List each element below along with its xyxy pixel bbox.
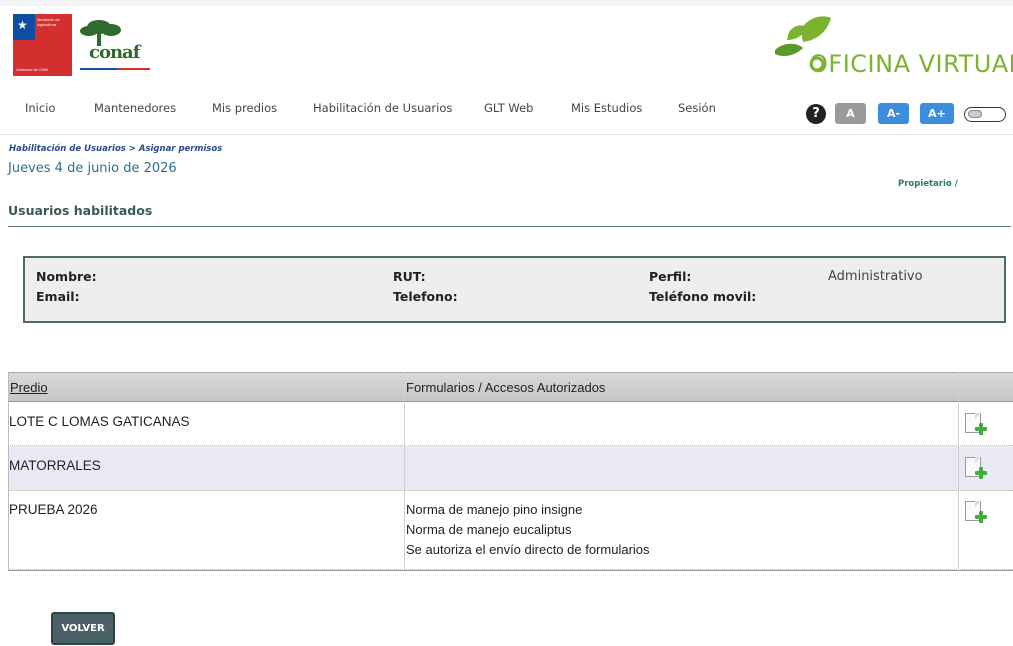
font-smaller-button[interactable]: A-	[878, 103, 909, 124]
font-larger-button[interactable]: A+	[920, 103, 954, 124]
font-normal-button[interactable]: A	[835, 103, 866, 124]
predio-cell: LOTE C LOMAS GATICANAS	[9, 414, 190, 429]
nav-inicio[interactable]: Inicio	[25, 101, 55, 115]
conaf-logo[interactable]: conaf	[77, 18, 152, 74]
table-row: PRUEBA 2026 Norma de manejo pino insigne…	[8, 491, 1013, 570]
acceso-item: Se autoriza el envío directo de formular…	[406, 542, 650, 557]
help-icon[interactable]: ?	[806, 104, 826, 124]
user-info-panel: Nombre: Email: RUT: Telefono: Perfil: Te…	[23, 256, 1006, 323]
predio-cell: MATORRALES	[9, 458, 101, 473]
add-permission-icon[interactable]	[965, 501, 987, 523]
nav-mantenedores[interactable]: Mantenedores	[94, 101, 176, 115]
breadcrumb[interactable]: Habilitación de Usuarios > Asignar permi…	[9, 144, 222, 154]
star-icon: ★	[17, 18, 28, 32]
column-divider	[404, 372, 405, 570]
email-label: Email:	[36, 289, 80, 304]
nombre-label: Nombre:	[36, 269, 97, 284]
column-divider	[958, 372, 959, 570]
col-accesos: Formularios / Accesos Autorizados	[406, 380, 606, 395]
nav-habilitacion-usuarios[interactable]: Habilitación de Usuarios	[313, 101, 452, 115]
table-row: LOTE C LOMAS GATICANAS	[8, 402, 1013, 446]
predio-cell: PRUEBA 2026	[9, 502, 98, 517]
table-row: MATORRALES	[8, 446, 1013, 491]
nav-glt-web[interactable]: GLT Web	[484, 101, 534, 115]
nav-sesion[interactable]: Sesión	[678, 101, 716, 115]
volver-button[interactable]: VOLVER	[51, 612, 115, 645]
perfil-label: Perfil:	[649, 269, 692, 284]
telefono-label: Telefono:	[393, 289, 458, 304]
col-predio[interactable]: Predio	[10, 380, 48, 395]
user-role: Propietario /	[898, 179, 958, 189]
sun-icon	[968, 110, 982, 118]
contrast-toggle[interactable]	[964, 107, 1006, 122]
table-border-left	[8, 372, 9, 570]
telefono-movil-label: Teléfono movil:	[649, 289, 757, 304]
header: ★ Ministerio de Agricultura Gobierno de C…	[0, 6, 1013, 91]
rut-label: RUT:	[393, 269, 426, 284]
gobierno-logo: ★ Ministerio de Agricultura Gobierno de C…	[13, 14, 72, 76]
main-nav: Inicio Mantenedores Mis predios Habilita…	[0, 91, 1013, 135]
nav-mis-estudios[interactable]: Mis Estudios	[571, 101, 642, 115]
portal-name: OFICINA VIRTUAL	[809, 50, 1013, 78]
add-permission-icon[interactable]	[965, 457, 987, 479]
add-permission-icon[interactable]	[965, 413, 987, 435]
nav-mis-predios[interactable]: Mis predios	[212, 101, 277, 115]
table-border-bottom	[8, 570, 1013, 571]
gov-logo-line2: Agricultura	[37, 22, 57, 27]
gov-logo-bottom: Gobierno de Chile	[16, 67, 49, 72]
divider	[8, 226, 1011, 227]
perfil-value: Administrativo	[828, 269, 923, 284]
table-header: Predio Formularios / Accesos Autorizados	[8, 372, 1013, 402]
current-date: Jueves 4 de junio de 2026	[8, 161, 177, 176]
conaf-brand: conaf	[89, 42, 140, 63]
page-title: Usuarios habilitados	[8, 203, 153, 218]
acceso-item: Norma de manejo eucaliptus	[406, 522, 572, 537]
acceso-item: Norma de manejo pino insigne	[406, 502, 583, 517]
oficina-virtual-logo[interactable]: OFICINA VIRTUAL	[775, 14, 1013, 84]
